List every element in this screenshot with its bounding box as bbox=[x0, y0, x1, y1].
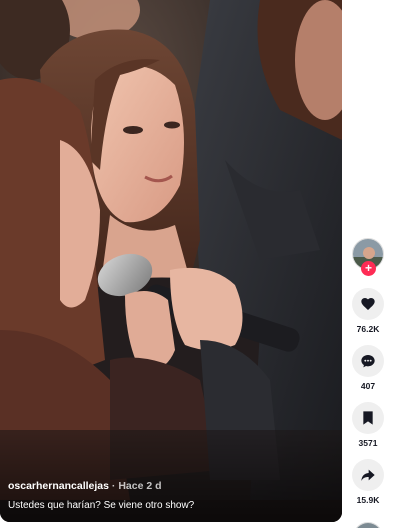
save-count: 3571 bbox=[358, 438, 378, 448]
video-description: Ustedes que harían? Se viene otro show? bbox=[8, 500, 195, 511]
separator-dot: · bbox=[111, 480, 116, 492]
bookmark-icon bbox=[363, 411, 373, 425]
share-icon bbox=[361, 469, 375, 481]
comment-button-circle[interactable] bbox=[352, 345, 384, 377]
share-count: 15.9K bbox=[356, 495, 380, 505]
save-button[interactable]: 3571 bbox=[352, 402, 384, 448]
video-feed-item: oscarhernancallejas · Hace 2 d Ustedes q… bbox=[0, 0, 400, 528]
action-rail: + 76.2K 407 3571 15.9K bbox=[352, 238, 384, 528]
like-button[interactable]: 76.2K bbox=[352, 288, 384, 334]
like-count: 76.2K bbox=[356, 324, 380, 334]
share-button[interactable]: 15.9K bbox=[352, 459, 384, 505]
comment-button[interactable]: 407 bbox=[352, 345, 384, 391]
comment-icon bbox=[361, 355, 375, 368]
heart-icon bbox=[361, 298, 375, 310]
save-button-circle[interactable] bbox=[352, 402, 384, 434]
plus-icon: + bbox=[364, 261, 372, 275]
share-button-circle[interactable] bbox=[352, 459, 384, 491]
video-caption: oscarhernancallejas · Hace 2 d Ustedes q… bbox=[8, 479, 334, 512]
comment-count: 407 bbox=[360, 381, 376, 391]
author-username[interactable]: oscarhernancallejas bbox=[8, 480, 109, 492]
like-button-circle[interactable] bbox=[352, 288, 384, 320]
author-line: oscarhernancallejas · Hace 2 d bbox=[8, 479, 334, 493]
posted-time: Hace 2 d bbox=[118, 480, 162, 492]
video-player[interactable]: oscarhernancallejas · Hace 2 d Ustedes q… bbox=[0, 0, 342, 522]
follow-button[interactable]: + bbox=[361, 261, 376, 276]
author-avatar-container[interactable]: + bbox=[352, 238, 384, 276]
next-video-avatar[interactable] bbox=[353, 522, 383, 528]
